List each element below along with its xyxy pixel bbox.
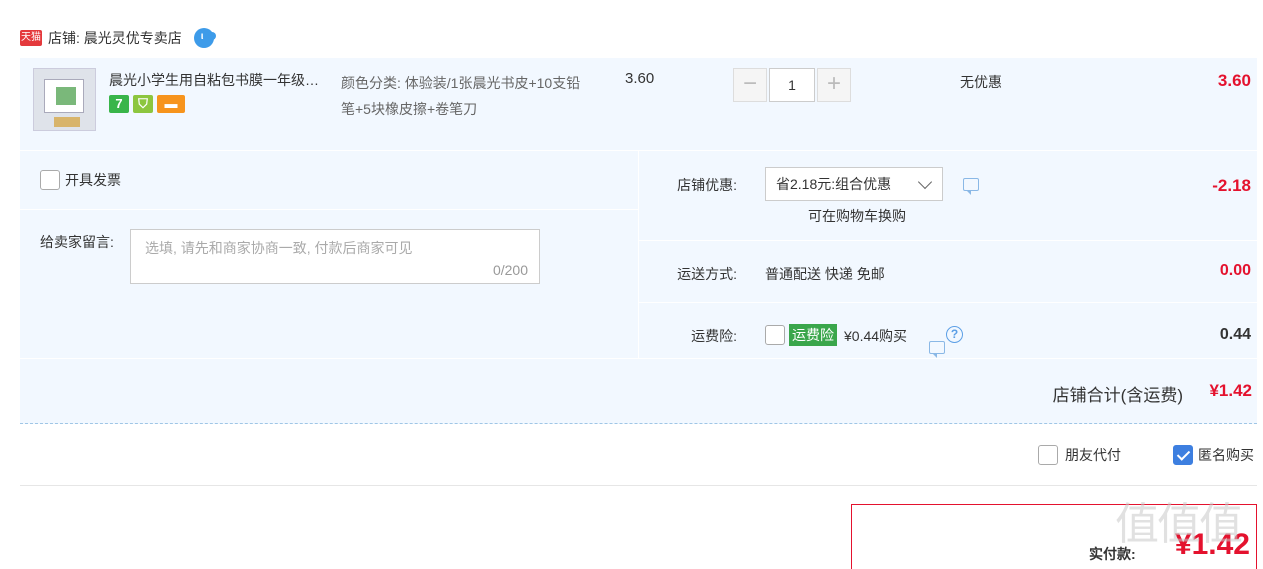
shop-total-label: 店铺合计(含运费) [1052,386,1183,405]
item-title[interactable]: 晨光小学生用自粘包书膜一年级… [109,70,333,90]
qty-decrease-button[interactable]: − [733,68,767,102]
seven-day-return-icon[interactable]: 7 [109,95,129,113]
friend-pay-label: 朋友代付 [1065,447,1121,463]
watermark: 值值值 [1115,500,1243,549]
item-spec: 颜色分类: 体验装/1张晨光书皮+10支铅笔+5块橡皮擦+卷笔刀 [341,75,581,117]
friend-pay-checkbox[interactable] [1038,445,1058,465]
invoice-checkbox[interactable] [40,170,60,190]
anonymous-buy-checkbox[interactable] [1173,445,1193,465]
insurance-label: 运费险: [691,328,737,344]
item-unit-price: 3.60 [625,70,655,87]
item-thumbnail[interactable] [33,68,96,131]
swap-note: 可在购物车换购 [808,208,906,224]
friend-pay-option[interactable]: 朋友代付 [1038,445,1121,465]
panel-divider [20,209,638,210]
shipping-amount: 0.00 [1219,262,1251,279]
invoice-option[interactable]: 开具发票 [40,170,121,190]
item-discount: 无优惠 [960,74,1002,90]
help-icon[interactable]: ? [946,326,963,343]
anonymous-buy-label: 匿名购买 [1198,447,1254,463]
quantity-stepper: − 1 + [733,68,851,102]
tmall-badge-icon: 天猫 [20,30,42,46]
message-label: 给卖家留言: [40,234,114,250]
section-divider [20,485,1257,486]
qty-input[interactable]: 1 [769,68,815,102]
qty-increase-button[interactable]: + [817,68,851,102]
credit-card-icon[interactable]: ▬ [157,95,185,113]
panel-divider [20,358,1257,359]
insurance-amount: 0.44 [1219,326,1251,343]
guarantee-icon[interactable]: ⛉ [133,95,153,113]
shop-discount-select[interactable]: 省2.18元:组合优惠 [765,167,943,201]
panel-divider [639,240,1257,241]
shop-header: 天猫 店铺: 晨光灵优专卖店 ι [20,26,216,50]
shop-discount-label: 店铺优惠: [677,177,737,193]
anonymous-buy-option[interactable]: 匿名购买 [1173,445,1254,465]
item-service-tags: 7 ⛉ ▬ [109,95,185,113]
insurance-price: ¥0.44购买 [844,328,908,344]
wangwang-chat-icon[interactable]: ι [193,28,216,48]
insurance-checkbox[interactable] [765,325,785,345]
shop-name[interactable]: 店铺: 晨光灵优专卖店 [48,28,182,48]
invoice-label: 开具发票 [65,172,121,188]
item-total: 3.60 [1217,71,1251,90]
message-placeholder: 选填, 请先和商家协商一致, 付款后商家可见 [145,240,413,256]
insurance-badge: 运费险 [789,324,837,346]
shipping-label: 运送方式: [677,266,737,282]
message-icon[interactable] [963,178,979,195]
shop-total-amount: ¥1.42 [1209,381,1252,400]
chevron-down-icon [917,174,933,190]
shipping-method: 普通配送 快递 免邮 [765,266,885,282]
message-char-count: 0/200 [492,262,528,278]
panel-divider [639,302,1257,303]
message-icon[interactable] [929,341,945,358]
shop-discount-amount: -2.18 [1212,176,1251,195]
shop-discount-selected: 省2.18元:组合优惠 [776,176,892,192]
